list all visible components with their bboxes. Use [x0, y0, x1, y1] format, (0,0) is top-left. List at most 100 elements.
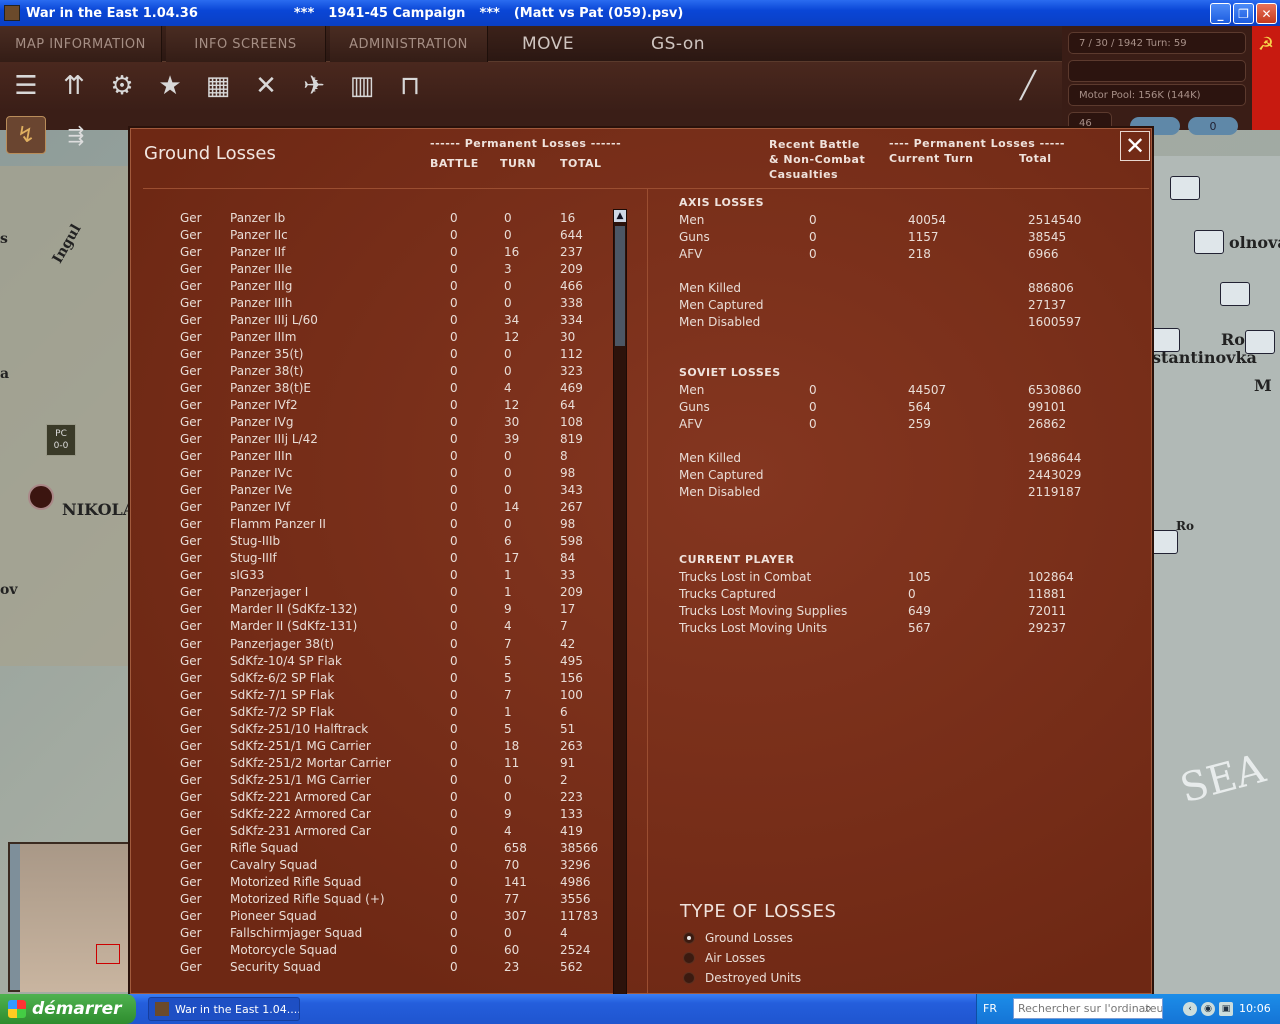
factory-icon[interactable]: [28, 484, 54, 510]
unit-turn-loss: 307: [504, 908, 527, 923]
unit-name: Stug-IIIf: [230, 551, 277, 566]
soviet-loss-recent: 0: [809, 400, 817, 414]
unit-total-loss: 209: [560, 585, 583, 600]
unit-loss-row: Ger Panzerjager I 0 1 209: [180, 585, 620, 602]
unit-battle-loss: 0: [450, 262, 458, 277]
minimize-button[interactable]: _: [1210, 3, 1231, 24]
unit-turn-loss: 0: [504, 925, 512, 940]
unit-turn-loss: 658: [504, 840, 527, 855]
soviet-loss-current-turn: 259: [908, 417, 931, 431]
star-icon[interactable]: ★: [152, 68, 188, 104]
unit-total-loss: 108: [560, 415, 583, 430]
map-unit-icon[interactable]: [1150, 328, 1180, 352]
tab-map-information[interactable]: MAP INFORMATION: [0, 26, 162, 62]
unit-loss-row: Ger Panzer 38(t)E 0 4 469: [180, 381, 620, 398]
map-unit-icon[interactable]: [1245, 330, 1275, 354]
unit-side: Ger: [180, 500, 202, 515]
unit-side: Ger: [180, 568, 202, 583]
axis-detail-row: Men Disabled 1600597: [679, 315, 1139, 332]
move-button[interactable]: MOVE: [496, 26, 600, 62]
pencil-icon[interactable]: ╱: [1010, 68, 1046, 104]
unit-total-loss: 98: [560, 517, 576, 532]
stack-icon[interactable]: ☰: [8, 68, 44, 104]
scroll-thumb[interactable]: [615, 226, 625, 346]
unit-side: Ger: [180, 466, 202, 481]
unit-loss-row: Ger Cavalry Squad 0 70 3296: [180, 858, 620, 875]
header-turn: TURN: [500, 157, 537, 170]
rail-icon[interactable]: ⊓: [392, 68, 428, 104]
radio-icon[interactable]: [683, 952, 695, 964]
unit-side: Ger: [180, 908, 202, 923]
gear-icon[interactable]: ⚙: [104, 68, 140, 104]
unit-side: Ger: [180, 364, 202, 379]
unit-loss-row: Ger Motorized Rifle Squad 0 141 4986: [180, 875, 620, 892]
network-icon[interactable]: ◉: [1201, 1002, 1215, 1016]
unit-side: Ger: [180, 245, 202, 260]
counter-pill[interactable]: 0: [1188, 117, 1238, 135]
unit-side: Ger: [180, 755, 202, 770]
loss-type-option[interactable]: Air Losses: [683, 949, 765, 967]
map-grid-icon[interactable]: ▦: [200, 68, 236, 104]
unit-loss-row: Ger Panzer IIIe 0 3 209: [180, 262, 620, 279]
minimap[interactable]: [8, 842, 132, 992]
player-truck-total: 72011: [1028, 604, 1067, 618]
soviet-loss-total: 26862: [1028, 417, 1067, 431]
unit-side: Ger: [180, 806, 202, 821]
minimap-view-frame[interactable]: [96, 944, 120, 964]
gs-toggle[interactable]: GS-on: [630, 26, 726, 62]
depot-icon[interactable]: ▥: [344, 68, 380, 104]
unit-name: SdKfz-7/1 SP Flak: [230, 687, 335, 702]
soviet-flag-icon: ☭: [1252, 26, 1280, 130]
list-scrollbar[interactable]: ▲ ▼: [613, 209, 627, 1024]
unit-battle-loss: 0: [450, 636, 458, 651]
back-icon[interactable]: ‹: [1183, 1002, 1197, 1016]
pc-unit-counter[interactable]: PC 0-0: [46, 424, 76, 456]
window-close-button[interactable]: ✕: [1256, 3, 1277, 24]
unit-name: Panzer Ib: [230, 211, 286, 225]
language-indicator[interactable]: FR: [983, 1002, 997, 1015]
current-player-title: CURRENT PLAYER: [679, 553, 795, 566]
taskbar-item[interactable]: War in the East 1.04....: [148, 997, 300, 1021]
monitor-icon[interactable]: ▣: [1219, 1002, 1233, 1016]
start-button[interactable]: démarrer: [0, 994, 136, 1024]
unit-side: Ger: [180, 398, 202, 413]
search-icon[interactable]: ⌕: [1145, 1001, 1159, 1015]
loss-type-option[interactable]: Destroyed Units: [683, 969, 801, 987]
crossed-guns-icon[interactable]: ✕: [248, 68, 284, 104]
restore-button[interactable]: ❐: [1233, 3, 1254, 24]
tab-administration[interactable]: ADMINISTRATION: [330, 26, 488, 62]
units-icon[interactable]: ⇈: [56, 68, 92, 104]
map-unit-icon[interactable]: [1170, 176, 1200, 200]
filter-f1-icon[interactable]: ↯: [6, 116, 46, 154]
unit-name: Motorized Rifle Squad (+): [230, 891, 385, 906]
radio-icon[interactable]: [683, 972, 695, 984]
unit-loss-row: Ger Panzer IIIm 0 12 30: [180, 330, 620, 347]
unit-side: Ger: [180, 636, 202, 651]
unit-turn-loss: 5: [504, 653, 512, 668]
unit-total-loss: 30: [560, 330, 576, 345]
aircraft-icon[interactable]: ✈: [296, 68, 332, 104]
map-unit-icon[interactable]: [1148, 530, 1178, 554]
scroll-up-icon[interactable]: ▲: [614, 210, 626, 222]
map-unit-icon[interactable]: [1220, 282, 1250, 306]
tab-info-screens[interactable]: INFO SCREENS: [166, 26, 326, 62]
radio-icon[interactable]: [683, 932, 695, 944]
soviet-detail-label: Men Killed: [679, 451, 742, 465]
axis-loss-label: AFV: [679, 247, 703, 261]
unit-turn-loss: 4: [504, 619, 512, 634]
soviet-detail-row: Men Killed 1968644: [679, 451, 1139, 468]
unit-turn-loss: 14: [504, 500, 520, 515]
loss-type-option[interactable]: Ground Losses: [683, 929, 793, 947]
player-truck-row: Trucks Lost Moving Units 567 29237: [679, 621, 1139, 638]
unit-battle-loss: 0: [450, 585, 458, 600]
axis-loss-row: Guns 0 1157 38545: [679, 230, 1139, 247]
soviet-loss-row: Men 0 44507 6530860: [679, 383, 1139, 400]
dialog-close-button[interactable]: ✕: [1120, 131, 1150, 161]
unit-total-loss: 2: [560, 772, 568, 787]
filter-f2-icon[interactable]: ⇶: [58, 118, 94, 152]
search-input[interactable]: Rechercher sur l'ordinateur: [1013, 998, 1163, 1019]
map-unit-icon[interactable]: [1194, 230, 1224, 254]
axis-loss-current-turn: 1157: [908, 230, 939, 244]
player-truck-current-turn: 649: [908, 604, 931, 618]
unit-battle-loss: 0: [450, 755, 458, 770]
